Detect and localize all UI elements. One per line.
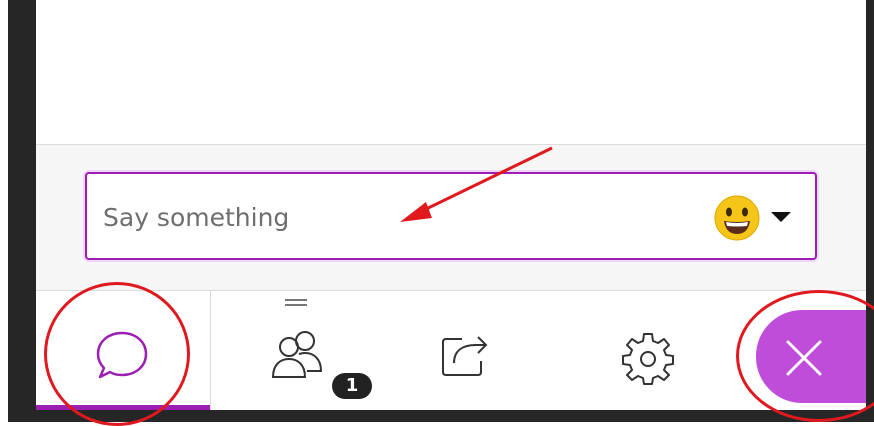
smiley-emoji-icon (714, 195, 760, 241)
chat-bubble-icon (96, 331, 148, 379)
left-dark-border (8, 0, 36, 422)
tab-chat[interactable] (36, 291, 211, 411)
people-icon (271, 331, 323, 378)
tab-settings[interactable] (576, 291, 716, 411)
chevron-down-icon (771, 212, 791, 222)
left-edge (0, 0, 8, 422)
chat-message-area (36, 0, 866, 145)
chat-message-input[interactable] (101, 196, 665, 238)
close-icon (786, 340, 822, 376)
gear-icon (622, 333, 674, 385)
attendee-count-badge: 1 (332, 373, 372, 399)
share-icon (442, 336, 488, 376)
right-dark-border (866, 0, 874, 422)
close-panel-button[interactable] (756, 310, 866, 403)
emoji-picker-button[interactable] (709, 194, 795, 241)
bottom-dark-border (8, 410, 874, 422)
drag-handle[interactable] (285, 299, 307, 307)
tab-share-content[interactable] (372, 291, 532, 411)
bottom-toolbar: 1 (36, 290, 866, 411)
annotation-arrow (400, 146, 553, 222)
